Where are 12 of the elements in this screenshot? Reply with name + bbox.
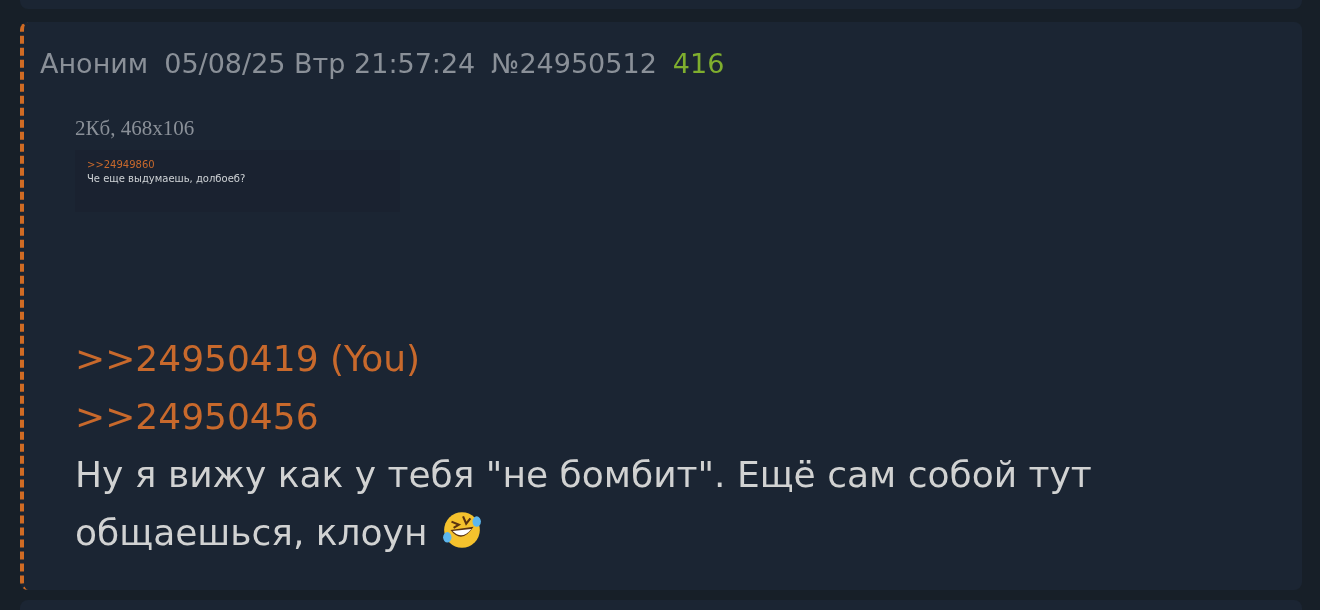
laughing-emoji-icon [441, 509, 484, 551]
author-name: Аноним [40, 47, 149, 81]
post-number[interactable]: №24950512 [491, 44, 657, 85]
reply-link[interactable]: >>24950456 [75, 388, 319, 446]
file-info: 2Кб, 468x106 [75, 114, 196, 142]
message-text: общаешься, клоун [75, 512, 428, 553]
post-count: 416 [672, 47, 725, 81]
screenshot-text: Че еще выдумаешь, долбоеб? [87, 172, 246, 184]
reply-link[interactable]: >>24950419 (You) [75, 330, 421, 388]
post-date: 05/08/25 Втр 21:57:24 [164, 47, 476, 81]
quote-link: >>24949860 [87, 159, 155, 170]
message-text: Ну я вижу как у тебя "не бомбит". Ещё сам собой тут [75, 454, 1092, 495]
